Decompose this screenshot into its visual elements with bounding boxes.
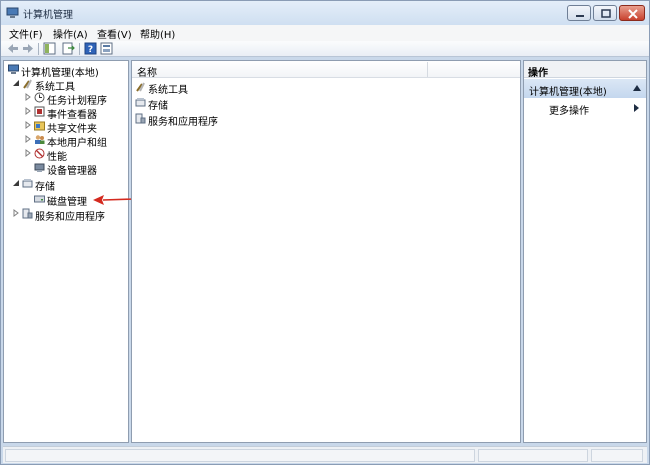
- minimize-button[interactable]: [567, 5, 591, 21]
- status-cell: [5, 449, 475, 462]
- status-bar: [3, 446, 647, 463]
- show-hide-tree-icon[interactable]: [43, 42, 56, 55]
- title-bar: 计算机管理: [1, 1, 649, 25]
- actions-header: 操作: [524, 61, 646, 79]
- tree-item-storage[interactable]: 存储: [12, 177, 128, 193]
- clock-icon: [34, 92, 45, 103]
- content-list: 名称 系统工具 存储 服务和应用程序: [131, 60, 521, 443]
- list-item-label: 存储: [148, 101, 168, 112]
- tree-item-device-manager[interactable]: 设备管理器: [24, 161, 128, 177]
- tree-item-shared-folders[interactable]: 共享文件夹: [24, 119, 128, 135]
- tree-label-disk-management: 磁盘管理: [47, 197, 87, 208]
- list-item[interactable]: 系统工具: [135, 80, 335, 96]
- services-icon: [22, 208, 33, 219]
- users-icon: [35, 135, 45, 144]
- list-item[interactable]: 存储: [135, 96, 335, 112]
- status-cell: [478, 449, 588, 462]
- window-title: 计算机管理: [23, 10, 73, 21]
- maximize-icon: [601, 9, 611, 18]
- device-manager-icon: [34, 163, 45, 172]
- computer-management-icon: [6, 7, 19, 18]
- menu-help[interactable]: 帮助(H): [140, 26, 175, 41]
- toolbar-separator: [79, 43, 80, 55]
- tree-item-root[interactable]: 计算机管理(本地): [6, 63, 128, 79]
- actions-pane: 操作 计算机管理(本地) 更多操作: [523, 60, 647, 443]
- shared-folder-icon: [34, 121, 45, 131]
- menu-file[interactable]: 文件(F): [9, 26, 43, 41]
- computer-management-window: 计算机管理 文件(F) 操作(A) 查看(V) 帮助(H) ? 计算机管理(本地…: [0, 0, 650, 465]
- services-icon: [135, 113, 146, 124]
- disk-management-icon: [34, 195, 45, 203]
- submenu-arrow-icon: [634, 104, 639, 112]
- storage-icon: [135, 98, 146, 107]
- tree-label-services-apps: 服务和应用程序: [35, 212, 105, 223]
- close-icon: [628, 9, 638, 19]
- menu-view[interactable]: 查看(V): [97, 26, 132, 41]
- expand-triangle-icon[interactable]: [24, 93, 32, 101]
- actions-title: 操作: [528, 68, 548, 79]
- column-header-name[interactable]: 名称: [137, 64, 157, 79]
- status-cell: [591, 449, 643, 462]
- system-tools-icon: [136, 82, 145, 92]
- forward-arrow-icon[interactable]: [22, 42, 34, 55]
- tree-item-system-tools[interactable]: 系统工具: [12, 77, 128, 93]
- tree-item-services-apps[interactable]: 服务和应用程序: [12, 207, 128, 223]
- tree-label-storage: 存储: [35, 182, 55, 193]
- svg-text:?: ?: [88, 45, 93, 55]
- properties-icon[interactable]: [100, 42, 113, 55]
- list-item-label: 系统工具: [148, 85, 188, 96]
- storage-icon: [22, 179, 33, 188]
- tree-item-local-users[interactable]: 本地用户和组: [24, 133, 128, 149]
- tree-item-task-scheduler[interactable]: 任务计划程序: [24, 91, 128, 107]
- column-separator[interactable]: [427, 62, 428, 77]
- expand-triangle-icon[interactable]: [12, 209, 20, 217]
- back-arrow-icon[interactable]: [7, 42, 19, 55]
- computer-management-icon: [8, 64, 19, 74]
- minimize-icon: [576, 15, 584, 17]
- expand-triangle-icon[interactable]: [24, 135, 32, 143]
- more-actions-item[interactable]: 更多操作: [549, 102, 589, 117]
- navigation-tree: 计算机管理(本地) 系统工具 任务计划程序 事件查看器 共享文件夹 本地用户和组…: [3, 60, 129, 443]
- menu-action[interactable]: 操作(A): [53, 26, 88, 41]
- system-tools-icon: [23, 79, 32, 89]
- close-button[interactable]: [619, 5, 645, 21]
- expand-triangle-icon[interactable]: [24, 149, 32, 157]
- expand-triangle-icon[interactable]: [24, 121, 32, 129]
- menu-bar: 文件(F) 操作(A) 查看(V) 帮助(H): [1, 25, 649, 41]
- tree-item-performance[interactable]: 性能: [24, 147, 128, 163]
- tree-label-device-manager: 设备管理器: [47, 166, 97, 177]
- list-item[interactable]: 服务和应用程序: [135, 112, 335, 128]
- list-item-label: 服务和应用程序: [148, 117, 218, 128]
- actions-group-computer-management[interactable]: 计算机管理(本地): [524, 79, 646, 98]
- actions-group-label: 计算机管理(本地): [529, 87, 607, 98]
- list-header: 名称: [132, 61, 520, 79]
- maximize-button[interactable]: [593, 5, 617, 21]
- toolbar-separator: [38, 43, 39, 55]
- expand-triangle-icon[interactable]: [24, 107, 32, 115]
- collapse-triangle-icon[interactable]: [12, 79, 20, 87]
- event-viewer-icon: [34, 106, 45, 117]
- export-list-icon[interactable]: [62, 42, 75, 55]
- tree-item-event-viewer[interactable]: 事件查看器: [24, 105, 128, 121]
- toolbar: ?: [1, 41, 649, 57]
- collapse-triangle-icon[interactable]: [12, 179, 20, 187]
- collapse-up-icon[interactable]: [633, 85, 641, 91]
- help-icon[interactable]: ?: [84, 42, 97, 55]
- performance-icon: [34, 148, 45, 159]
